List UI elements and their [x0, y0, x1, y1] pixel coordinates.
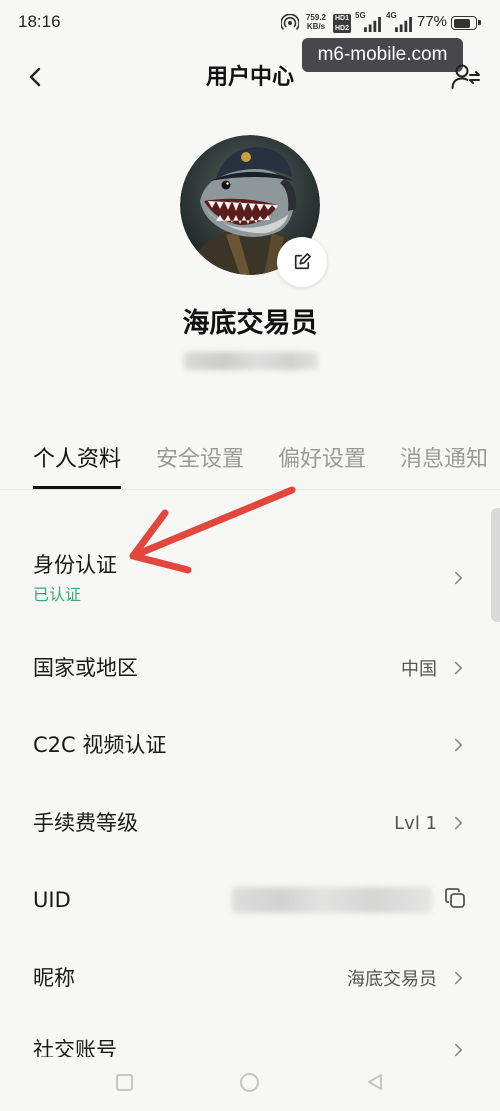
battery-icon	[451, 16, 481, 30]
signal-4g: 4G	[386, 12, 413, 32]
triangle-back-icon[interactable]	[365, 1072, 385, 1092]
list-item-right: 海底交易员	[347, 965, 463, 991]
verified-status: 已认证	[33, 584, 82, 604]
hd-1-label: HD1	[334, 15, 349, 22]
chevron-right-icon	[454, 571, 463, 585]
signal-bars-icon	[364, 17, 381, 32]
signal-bars-icon	[395, 17, 412, 32]
edge-panel-handle[interactable]	[491, 508, 500, 622]
network-speed: 759.2 KB/s	[302, 13, 330, 31]
list-item-c2c-video-verification[interactable]: C2C 视频认证	[0, 706, 500, 784]
list-item-right: Lvl 1	[394, 813, 463, 834]
list-item-label: UID	[33, 888, 71, 912]
list-item-right	[454, 570, 463, 586]
speed-value: 759.2	[305, 13, 327, 22]
profile-nickname: 海底交易员	[182, 308, 318, 339]
list-item-country-region[interactable]: 国家或地区 中国	[0, 628, 500, 708]
chevron-right-icon	[454, 661, 463, 675]
list-item-label: 身份认证	[33, 552, 117, 577]
battery-percent: 77%	[417, 13, 448, 30]
status-time: 18:16	[18, 12, 61, 31]
battery-fill	[453, 18, 470, 28]
chevron-right-icon	[454, 816, 463, 830]
list-item-right: 中国	[401, 655, 463, 681]
chevron-right-icon	[454, 738, 463, 752]
copy-icon	[445, 888, 465, 908]
tab-personal-info[interactable]: 个人资料	[33, 444, 122, 490]
edit-avatar-button[interactable]	[277, 237, 327, 287]
list-item-nickname[interactable]: 昵称 海底交易员	[0, 939, 500, 1017]
list-item-label: 手续费等级	[33, 811, 138, 835]
page-title: 用户中心	[205, 65, 294, 90]
hd-2-label: HD2	[334, 24, 349, 32]
switch-account-button[interactable]	[451, 63, 481, 91]
list-item-right	[232, 887, 466, 913]
annotation-arrow	[129, 486, 296, 574]
list-item-right	[454, 737, 463, 753]
list-item-fee-level[interactable]: 手续费等级 Lvl 1	[0, 784, 500, 862]
redacted-uid-value	[232, 887, 432, 913]
chevron-right-icon	[454, 971, 463, 985]
circle-icon[interactable]	[240, 1073, 259, 1092]
chevron-right-icon	[454, 1043, 463, 1057]
edit-icon	[294, 253, 311, 270]
list-item-uid: UID	[0, 861, 500, 939]
square-icon[interactable]	[116, 1074, 133, 1091]
list-item-value: 中国	[401, 659, 437, 680]
copy-uid-button[interactable]	[444, 887, 466, 913]
redacted-user-id	[184, 352, 318, 370]
list-item-value: 海底交易员	[347, 969, 437, 990]
hd-voice-badge: HD1 HD2	[333, 14, 351, 33]
switch-account-icon	[451, 64, 480, 89]
list-item-label: 昵称	[33, 966, 75, 990]
speed-unit: KB/s	[306, 22, 326, 31]
list-item-right	[454, 1042, 463, 1058]
list-item-label: 国家或地区	[33, 656, 138, 680]
identity-text-group: 身份认证 已认证	[33, 552, 117, 605]
signal-5g: 5G	[355, 12, 382, 32]
system-nav-bar	[0, 1057, 500, 1111]
list-item-label: C2C 视频认证	[33, 733, 167, 757]
hotspot-icon	[280, 13, 300, 32]
tab-notifications[interactable]: 消息通知	[400, 444, 488, 490]
list-item-value: Lvl 1	[394, 812, 437, 834]
